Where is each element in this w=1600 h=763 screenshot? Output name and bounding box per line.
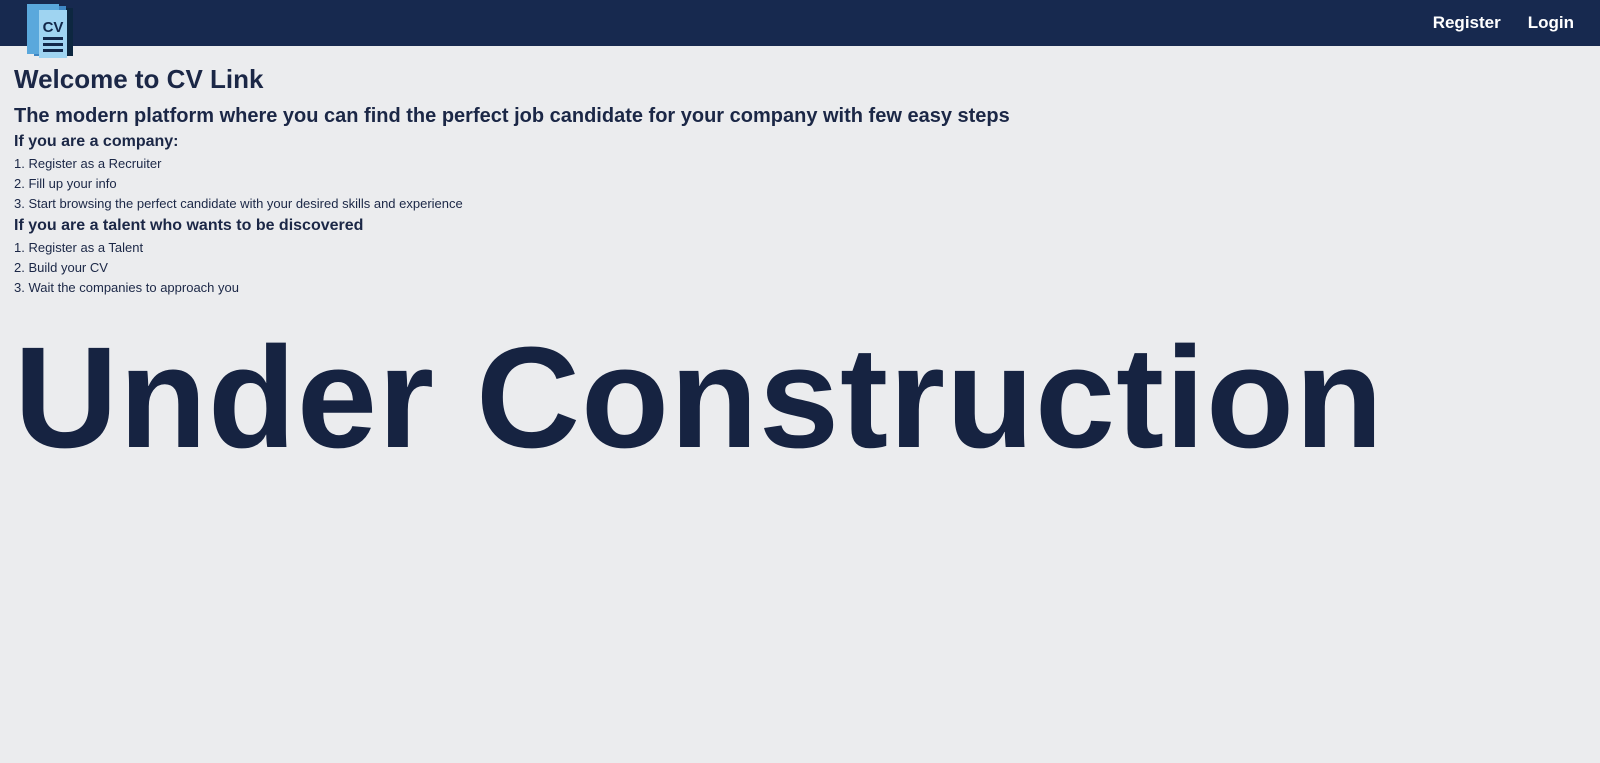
list-item: 1. Register as a Talent: [14, 240, 144, 255]
nav-links: Register Login: [1433, 0, 1574, 46]
logo-text: CV: [43, 19, 64, 36]
list-item: 1. Register as a Recruiter: [14, 156, 162, 171]
page-subtitle: The modern platform where you can find t…: [14, 105, 1010, 127]
login-link[interactable]: Login: [1528, 13, 1574, 33]
top-navbar: CV Register Login: [0, 0, 1600, 58]
talent-section-heading: If you are a talent who wants to be disc…: [14, 217, 364, 234]
company-section-heading: If you are a company:: [14, 133, 179, 150]
cv-link-logo[interactable]: CV: [27, 4, 77, 60]
talent-steps-list: 1. Register as a Talent 2. Build your CV…: [14, 238, 1574, 298]
list-item: 3. Start browsing the perfect candidate …: [14, 196, 463, 211]
cv-document-icon: CV: [27, 4, 73, 58]
page-title: Welcome to CV Link: [14, 64, 264, 94]
main-content: Welcome to CV Link The modern platform w…: [14, 60, 1574, 298]
list-item: 2. Build your CV: [14, 260, 108, 275]
under-construction-banner: Under Construction: [14, 317, 1384, 478]
company-steps-list: 1. Register as a Recruiter 2. Fill up yo…: [14, 154, 1574, 214]
list-item: 3. Wait the companies to approach you: [14, 280, 239, 295]
register-link[interactable]: Register: [1433, 13, 1501, 33]
list-item: 2. Fill up your info: [14, 176, 117, 191]
